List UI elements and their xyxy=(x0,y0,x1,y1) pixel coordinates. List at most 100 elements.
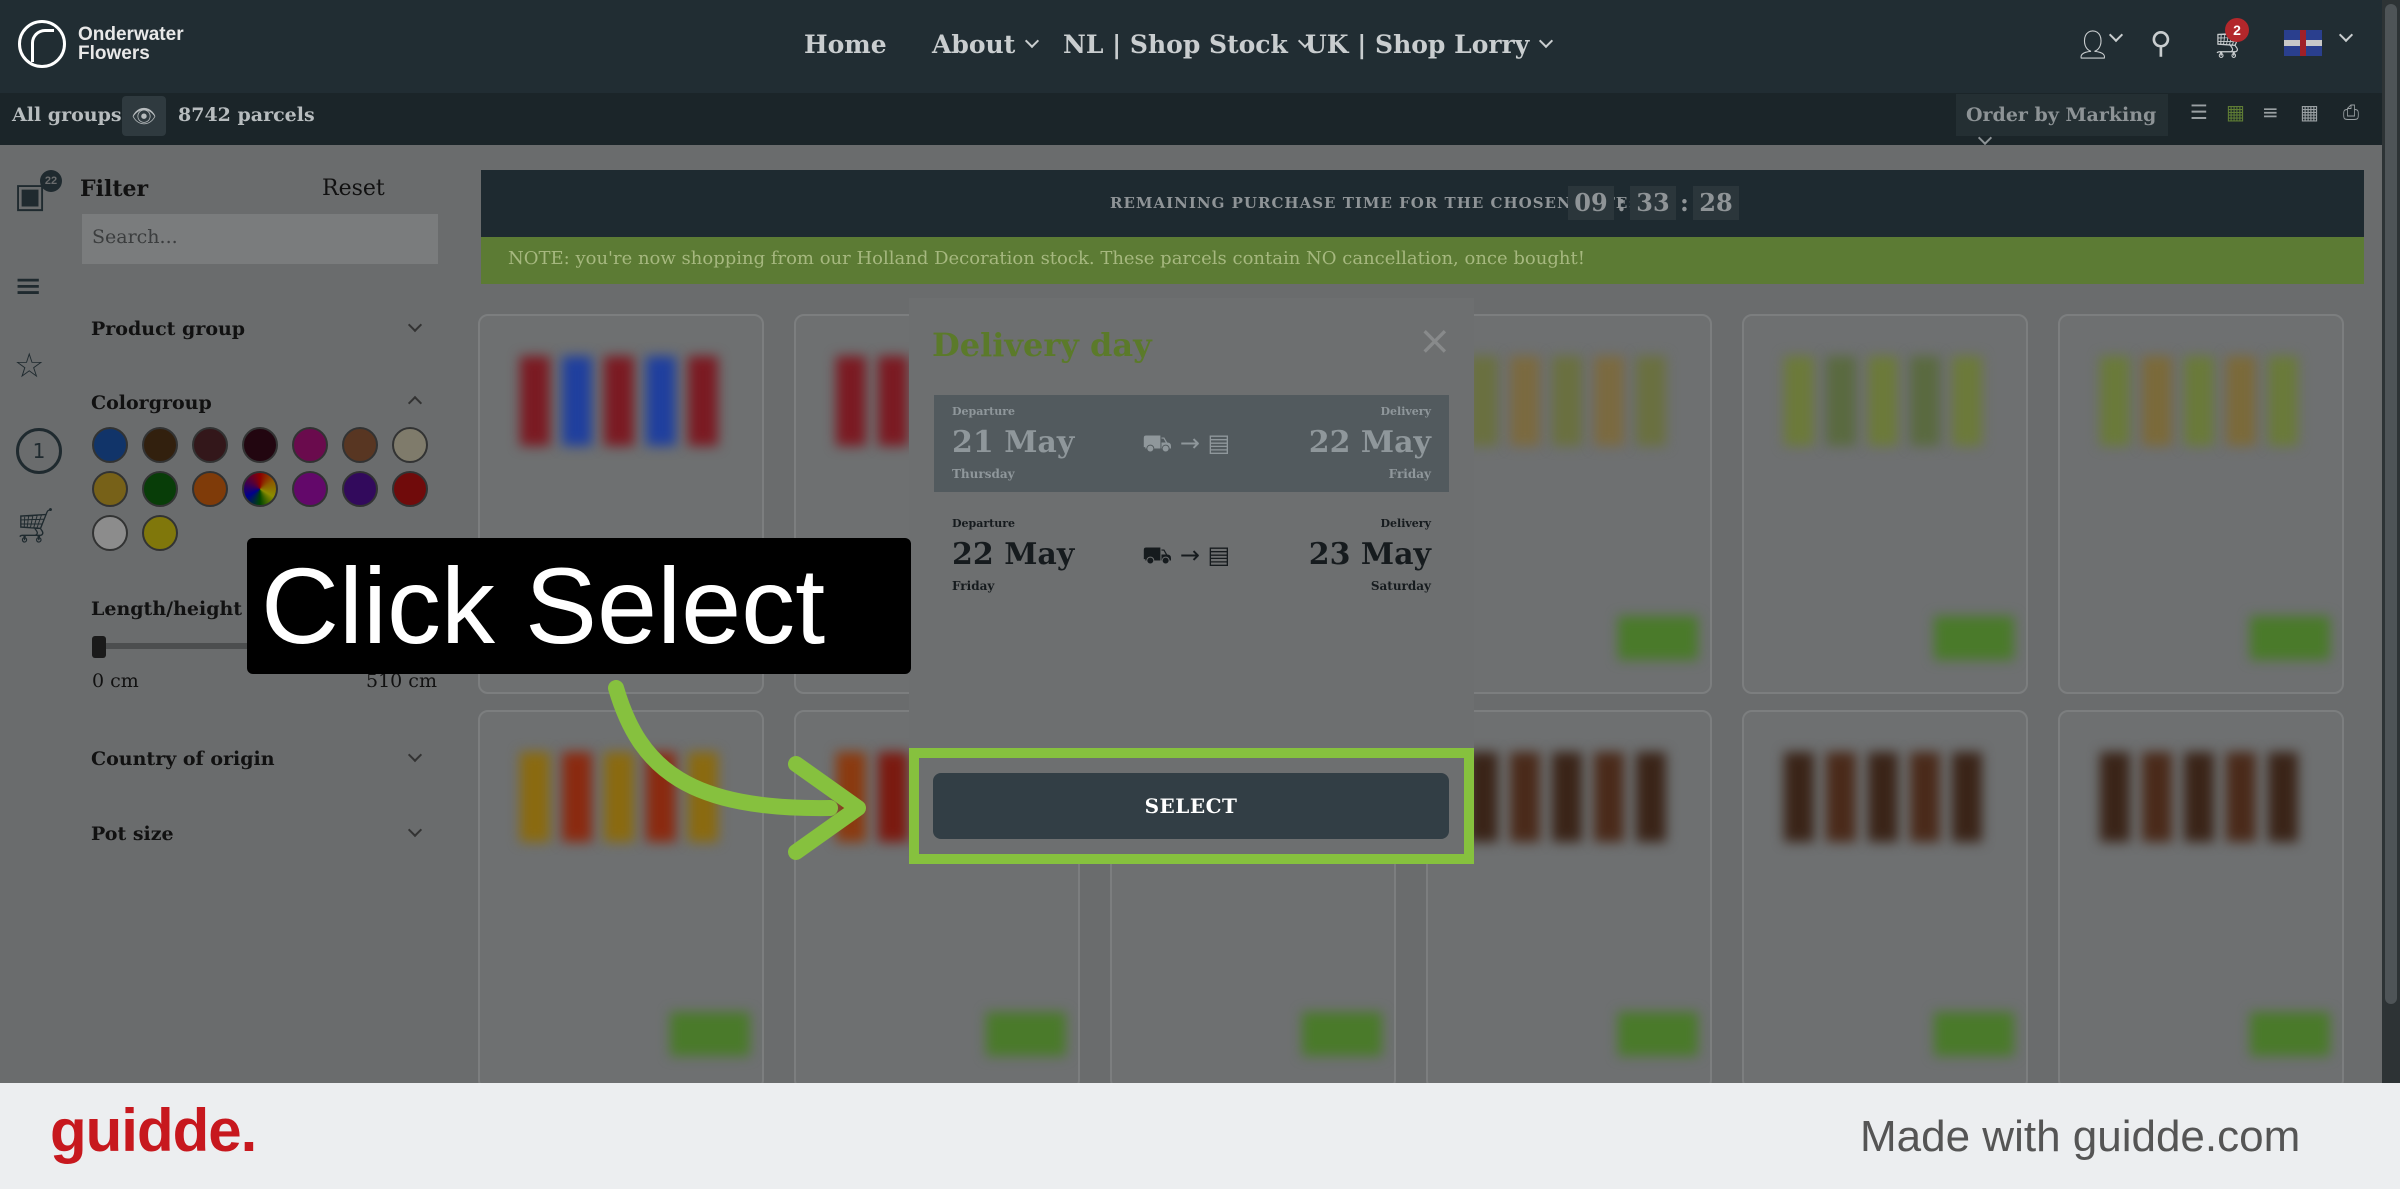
add-to-cart-button[interactable] xyxy=(1302,1012,1382,1056)
note-text: NOTE: you're now shopping from our Holla… xyxy=(508,248,1585,269)
country-of-origin-section[interactable]: Country of origin xyxy=(91,748,275,770)
delivery-option-2[interactable]: Departure 22 May Friday ⛟ → ▤ Delivery 2… xyxy=(934,507,1449,604)
product-image xyxy=(2226,752,2256,842)
add-to-cart-button[interactable] xyxy=(2250,616,2330,660)
timer-separator: : xyxy=(1617,188,1626,217)
product-image xyxy=(562,752,592,842)
timer-label: REMAINING PURCHASE TIME FOR THE CHOSEN D… xyxy=(1110,194,1635,212)
product-image xyxy=(1952,356,1982,446)
add-to-cart-button[interactable] xyxy=(1934,616,2014,660)
color-swatch[interactable] xyxy=(292,427,328,463)
chevron-down-icon xyxy=(407,822,423,838)
uk-flag-icon[interactable] xyxy=(2284,30,2322,56)
colorgroup-section[interactable]: Colorgroup xyxy=(91,392,212,414)
color-swatch[interactable] xyxy=(342,471,378,507)
user-icon[interactable]: 👤︎ xyxy=(2075,28,2111,61)
select-button[interactable]: SELECT xyxy=(933,773,1449,839)
color-swatch[interactable] xyxy=(92,427,128,463)
guidde-logo: guidde. xyxy=(50,1097,257,1164)
add-to-cart-button[interactable] xyxy=(986,1012,1066,1056)
shopping-basket-icon[interactable]: 🛒︎ xyxy=(14,506,57,546)
nav-uk-shop-lorry[interactable]: UK | Shop Lorry xyxy=(1305,30,1554,59)
product-image xyxy=(1594,356,1624,446)
product-image xyxy=(1952,752,1982,842)
timer-seconds: 28 xyxy=(1693,186,1739,220)
reset-button[interactable]: Reset xyxy=(322,176,385,201)
parcel-count: 8742 parcels xyxy=(178,104,315,126)
color-swatch[interactable] xyxy=(92,515,128,551)
step-counter[interactable]: 1 xyxy=(16,428,62,474)
logo-text-line2: Flowers xyxy=(78,43,150,64)
delivery-date: 23 May xyxy=(1308,537,1431,572)
logo-text-line1: Onderwater xyxy=(78,24,184,45)
product-image xyxy=(1510,752,1540,842)
color-swatch[interactable] xyxy=(142,427,178,463)
product-image xyxy=(520,356,550,446)
product-image xyxy=(878,356,908,446)
product-image xyxy=(1910,752,1940,842)
product-image xyxy=(1636,356,1666,446)
grid-view-icon[interactable]: ▦ xyxy=(2226,100,2248,124)
color-swatch[interactable] xyxy=(192,471,228,507)
filter-title: Filter xyxy=(80,176,149,202)
color-swatch[interactable] xyxy=(92,471,128,507)
product-image xyxy=(2268,752,2298,842)
color-swatch[interactable] xyxy=(142,515,178,551)
truck-to-store-icon: ⛟ → ▤ xyxy=(1142,429,1231,457)
departure-date: 21 May xyxy=(952,425,1075,460)
search-icon[interactable]: ⚲ xyxy=(2150,26,2172,61)
search-input[interactable]: Search... xyxy=(82,214,438,264)
add-to-cart-button[interactable] xyxy=(1934,1012,2014,1056)
print-icon[interactable]: ⎙ xyxy=(2343,100,2365,124)
scrollbar-thumb[interactable] xyxy=(2385,4,2397,1004)
product-card[interactable] xyxy=(1742,314,2028,694)
eye-icon[interactable]: 👁︎ xyxy=(122,96,166,136)
nav-nl-shop-stock[interactable]: NL | Shop Stock xyxy=(1063,30,1312,59)
color-swatch[interactable] xyxy=(392,471,428,507)
add-to-cart-button[interactable] xyxy=(2250,1012,2330,1056)
product-image xyxy=(520,752,550,842)
product-image xyxy=(1784,356,1814,446)
chevron-up-icon xyxy=(407,395,423,411)
product-image xyxy=(1868,752,1898,842)
product-image xyxy=(2268,356,2298,446)
logo[interactable]: Onderwater Flowers xyxy=(18,20,184,68)
color-swatch[interactable] xyxy=(242,471,278,507)
add-list-icon[interactable]: ≡ xyxy=(2262,100,2284,124)
add-to-cart-button[interactable] xyxy=(1618,616,1698,660)
product-card[interactable] xyxy=(2058,710,2344,1090)
timer-separator: : xyxy=(1680,188,1689,217)
table-view-icon[interactable]: ▦ xyxy=(2300,100,2322,124)
product-card[interactable] xyxy=(2058,314,2344,694)
arrow-icon xyxy=(608,680,866,860)
length-slider-handle[interactable] xyxy=(92,636,106,658)
pot-size-section[interactable]: Pot size xyxy=(91,823,174,845)
color-swatch[interactable] xyxy=(342,427,378,463)
nav-home[interactable]: Home xyxy=(804,30,887,59)
color-swatch[interactable] xyxy=(242,427,278,463)
product-image xyxy=(2100,752,2130,842)
product-image xyxy=(1826,752,1856,842)
color-swatch[interactable] xyxy=(292,471,328,507)
cart-count-badge: 2 xyxy=(2225,18,2249,42)
add-to-cart-button[interactable] xyxy=(670,1012,750,1056)
color-swatch[interactable] xyxy=(142,471,178,507)
product-image xyxy=(562,356,592,446)
product-card[interactable] xyxy=(1742,710,2028,1090)
list-view-icon[interactable]: ☰ xyxy=(2190,100,2212,124)
filter-icon[interactable]: ≡ xyxy=(14,266,43,306)
product-group-section[interactable]: Product group xyxy=(91,318,245,340)
nav-about[interactable]: About xyxy=(932,30,1040,59)
add-to-cart-button[interactable] xyxy=(1618,1012,1698,1056)
made-with-text: Made with guidde.com xyxy=(1860,1112,2301,1161)
close-icon[interactable]: × xyxy=(1418,318,1452,364)
delivery-option-1[interactable]: Departure 21 May Thursday ⛟ → ▤ Delivery… xyxy=(934,395,1449,492)
color-swatch[interactable] xyxy=(192,427,228,463)
chevron-down-icon xyxy=(407,317,423,333)
logo-mark-icon xyxy=(18,20,66,68)
order-by-select[interactable]: Order by Marking xyxy=(1956,94,2168,146)
star-icon[interactable]: ☆ xyxy=(14,346,44,386)
color-swatch[interactable] xyxy=(392,427,428,463)
product-image xyxy=(688,356,718,446)
length-height-label: Length/height xyxy=(91,598,243,620)
